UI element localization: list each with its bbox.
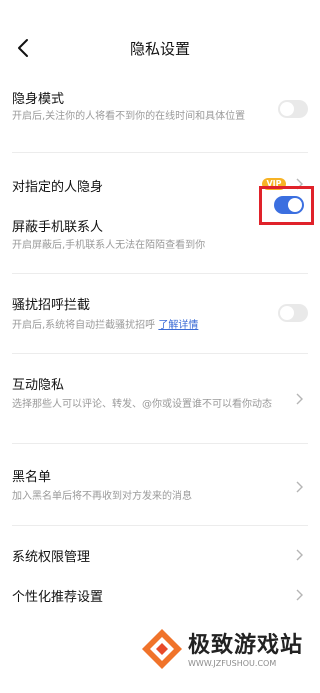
learn-more-link[interactable]: 了解详情	[158, 320, 198, 331]
setting-label: 黑名单	[12, 470, 52, 485]
chevron-right-icon	[296, 393, 303, 405]
setting-label: 隐身模式	[12, 92, 65, 107]
setting-row-harass-block[interactable]: 骚扰招呼拦截 开启后,系统将自动拦截骚扰招呼 了解详情	[12, 294, 308, 334]
setting-row-interaction-privacy[interactable]: 互动隐私 选择那些人可以评论、转发、@你或设置谁不可以看你动态	[12, 374, 308, 426]
setting-row-personalized-recommendations[interactable]: 个性化推荐设置	[12, 586, 308, 606]
site-watermark: 极致游戏站 WWW.JZFUSHOU.COM	[120, 615, 320, 693]
setting-description-text: 开启后,系统将自动拦截骚扰招呼	[12, 320, 156, 331]
toggle-knob	[280, 306, 294, 320]
setting-description: 开启后,关注你的人将看不到你的在线时间和具体位置	[12, 111, 246, 122]
setting-row-blacklist[interactable]: 黑名单 加入黑名单后将不再收到对方发来的消息	[12, 466, 308, 506]
top-bar: 隐私设置	[0, 0, 320, 96]
chevron-right-icon	[296, 481, 303, 493]
setting-description: 开启后,系统将自动拦截骚扰招呼 了解详情	[12, 318, 282, 333]
setting-label: 系统权限管理	[12, 550, 91, 565]
divider	[12, 273, 308, 274]
divider	[12, 443, 308, 444]
toggle-knob	[280, 102, 294, 116]
chevron-right-icon	[296, 589, 303, 601]
setting-label: 互动隐私	[12, 378, 65, 393]
setting-row-invisible-mode[interactable]: 隐身模式 开启后,关注你的人将看不到你的在线时间和具体位置	[12, 88, 308, 138]
setting-label: 骚扰招呼拦截	[12, 298, 91, 313]
highlight-box	[259, 186, 314, 225]
divider	[12, 525, 308, 526]
divider	[12, 353, 308, 354]
chevron-right-icon	[296, 549, 303, 561]
watermark-name: 极致游戏站	[188, 633, 304, 658]
setting-row-system-permissions[interactable]: 系统权限管理	[12, 546, 308, 566]
setting-description: 开启屏蔽后,手机联系人无法在陌陌查看到你	[12, 240, 206, 251]
watermark-url: WWW.JZFUSHOU.COM	[188, 659, 277, 668]
divider	[12, 152, 308, 153]
harass-block-toggle[interactable]	[278, 304, 308, 322]
setting-description: 选择那些人可以评论、转发、@你或设置谁不可以看你动态	[12, 399, 272, 410]
setting-label: 个性化推荐设置	[12, 590, 104, 605]
setting-description: 加入黑名单后将不再收到对方发来的消息	[12, 491, 192, 502]
setting-label: 对指定的人隐身	[12, 180, 104, 195]
invisible-mode-toggle[interactable]	[278, 100, 308, 118]
site-logo-icon	[142, 629, 182, 669]
page-title: 隐私设置	[129, 40, 190, 58]
setting-label: 屏蔽手机联系人	[12, 220, 104, 235]
